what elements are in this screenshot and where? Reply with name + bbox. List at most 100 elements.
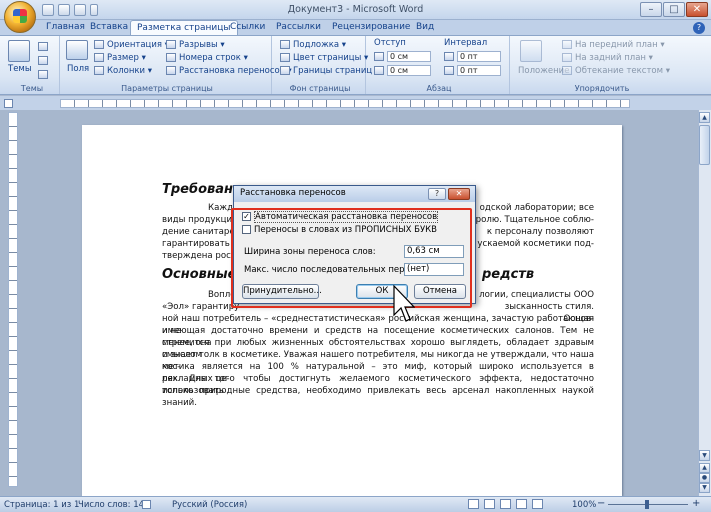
size-button[interactable]: Размер ▾ bbox=[94, 52, 146, 64]
tab-insert[interactable]: Вставка bbox=[84, 20, 134, 36]
caps-hyphen-checkbox[interactable] bbox=[242, 225, 251, 234]
zone-label: Ширина зоны переноса слов: bbox=[244, 247, 376, 257]
maximize-button[interactable]: □ bbox=[663, 2, 685, 17]
group-label-page-background: Фон страницы bbox=[289, 84, 351, 93]
minimize-button[interactable]: – bbox=[640, 2, 662, 17]
group-paragraph: Отступ Интервал 0 см 0 см 0 пт 0 пт Абза… bbox=[368, 36, 510, 94]
scroll-thumb[interactable] bbox=[699, 125, 710, 165]
spacing-before-input[interactable]: 0 пт bbox=[457, 51, 501, 62]
spacing-after-icon bbox=[444, 66, 454, 75]
cancel-button[interactable]: Отмена bbox=[414, 284, 466, 299]
breaks-button[interactable]: Разрывы ▾ bbox=[166, 39, 225, 51]
para1-right-3: к персоналу позволяют bbox=[486, 227, 594, 237]
group-label-page-setup: Параметры страницы bbox=[121, 84, 213, 93]
orientation-label: Ориентация bbox=[107, 40, 162, 50]
orientation-icon bbox=[94, 40, 104, 49]
view-outline-icon[interactable] bbox=[516, 499, 527, 509]
bring-front-label: На передний план bbox=[575, 40, 658, 50]
language[interactable]: Русский (Россия) bbox=[172, 500, 247, 510]
office-button[interactable] bbox=[4, 1, 36, 33]
para1-line5: тверждена росси bbox=[162, 251, 242, 261]
bring-front-button[interactable]: На передний план ▾ bbox=[562, 39, 665, 51]
prev-page-icon[interactable]: ▲ bbox=[699, 463, 710, 473]
dialog-close-button[interactable]: ✕ bbox=[448, 188, 470, 200]
help-icon[interactable]: ? bbox=[693, 22, 705, 34]
spacing-after-row: 0 пт bbox=[444, 65, 501, 76]
ruler-scale[interactable] bbox=[60, 99, 630, 108]
auto-hyphen-checkbox[interactable]: ✓ bbox=[242, 212, 251, 221]
spacing-after-input[interactable]: 0 пт bbox=[457, 65, 501, 76]
position-icon[interactable] bbox=[520, 40, 542, 62]
hyphenation-icon bbox=[166, 66, 176, 75]
line-numbers-icon bbox=[166, 53, 176, 62]
group-themes: Темы Темы bbox=[4, 36, 60, 94]
view-fullscreen-icon[interactable] bbox=[484, 499, 495, 509]
indent-left-input[interactable]: 0 см bbox=[387, 51, 431, 62]
indent-right-input[interactable]: 0 см bbox=[387, 65, 431, 76]
para1-line1: Каждая bbox=[208, 203, 244, 213]
group-label-themes: Темы bbox=[20, 84, 44, 93]
manual-button[interactable]: Принудительно... bbox=[242, 284, 322, 299]
text-wrap-button[interactable]: Обтекание текстом ▾ bbox=[562, 65, 670, 77]
spacing-heading: Интервал bbox=[444, 38, 488, 48]
tab-selector-icon[interactable] bbox=[4, 99, 13, 108]
auto-hyphen-row: ✓ Автоматическая расстановка переносов bbox=[242, 211, 439, 223]
tab-references[interactable]: Ссылки bbox=[224, 20, 271, 36]
theme-fonts-icon[interactable] bbox=[38, 56, 48, 65]
vertical-scrollbar[interactable] bbox=[698, 110, 711, 496]
scroll-up-icon[interactable]: ▲ bbox=[699, 112, 710, 123]
page-count[interactable]: Страница: 1 из 1 bbox=[4, 500, 79, 510]
para2-line9: только природные средства, необходимо пр… bbox=[162, 386, 594, 408]
margins-icon[interactable] bbox=[66, 40, 88, 60]
view-print-layout-icon[interactable] bbox=[468, 499, 479, 509]
select-browse-icon[interactable]: ● bbox=[699, 473, 710, 483]
columns-button[interactable]: Колонки ▾ bbox=[94, 65, 152, 77]
page-color-button[interactable]: Цвет страницы ▾ bbox=[280, 52, 368, 64]
group-arrange: Положение На передний план ▾ На задний п… bbox=[512, 36, 692, 94]
dialog-help-button[interactable]: ? bbox=[428, 188, 446, 200]
group-page-background: Подложка ▾ Цвет страницы ▾ Границы стран… bbox=[274, 36, 372, 94]
view-web-icon[interactable] bbox=[500, 499, 511, 509]
zoom-out-icon[interactable]: − bbox=[597, 498, 605, 509]
hyphenation-button[interactable]: Расстановка переносов ▾ bbox=[166, 65, 292, 77]
document-page[interactable]: Требовани Каждая виды продукци дение сан… bbox=[82, 125, 622, 496]
text-wrap-label: Обтекание текстом bbox=[575, 66, 664, 76]
group-page-setup: Поля Ориентация ▾ Размер ▾ Колонки ▾ Раз… bbox=[62, 36, 292, 94]
theme-colors-icon[interactable] bbox=[38, 42, 48, 51]
zoom-slider-thumb[interactable] bbox=[645, 500, 649, 509]
tab-review[interactable]: Рецензирование bbox=[326, 20, 416, 36]
tab-page-layout[interactable]: Разметка страницы bbox=[130, 20, 238, 36]
zoom-level[interactable]: 100% bbox=[572, 500, 596, 510]
indent-right-row: 0 см bbox=[374, 65, 431, 76]
tab-mailings[interactable]: Рассылки bbox=[270, 20, 327, 36]
send-back-button[interactable]: На задний план ▾ bbox=[562, 52, 653, 64]
proofing-icon[interactable] bbox=[142, 500, 151, 509]
watermark-label: Подложка bbox=[293, 40, 340, 50]
view-draft-icon[interactable] bbox=[532, 499, 543, 509]
vertical-ruler[interactable] bbox=[8, 112, 18, 487]
page-borders-icon bbox=[280, 66, 290, 75]
close-window-button[interactable]: ✕ bbox=[686, 2, 708, 17]
themes-button[interactable]: Темы bbox=[8, 64, 32, 74]
orientation-button[interactable]: Ориентация ▾ bbox=[94, 39, 169, 51]
margins-button[interactable]: Поля bbox=[67, 64, 89, 74]
page-borders-button[interactable]: Границы страниц bbox=[280, 65, 372, 77]
zone-width-input[interactable]: 0,63 см bbox=[404, 245, 464, 258]
bring-front-icon bbox=[562, 40, 572, 49]
text-wrap-icon bbox=[562, 66, 572, 75]
tab-view[interactable]: Вид bbox=[410, 20, 440, 36]
watermark-button[interactable]: Подложка ▾ bbox=[280, 39, 346, 51]
theme-effects-icon[interactable] bbox=[38, 70, 48, 79]
columns-icon bbox=[94, 66, 104, 75]
line-numbers-button[interactable]: Номера строк ▾ bbox=[166, 52, 248, 64]
zoom-in-icon[interactable]: + bbox=[692, 498, 700, 509]
page-color-icon bbox=[280, 53, 290, 62]
themes-icon[interactable] bbox=[8, 40, 30, 62]
consecutive-limit-input[interactable]: (нет) bbox=[404, 263, 464, 276]
para1-line3: дение санитаре bbox=[162, 227, 235, 237]
indent-heading: Отступ bbox=[374, 38, 406, 48]
scroll-down-icon[interactable]: ▼ bbox=[699, 450, 710, 461]
next-page-icon[interactable]: ▼ bbox=[699, 483, 710, 493]
word-count[interactable]: Число слов: 147 bbox=[78, 500, 149, 510]
indent-left-icon bbox=[374, 52, 384, 61]
